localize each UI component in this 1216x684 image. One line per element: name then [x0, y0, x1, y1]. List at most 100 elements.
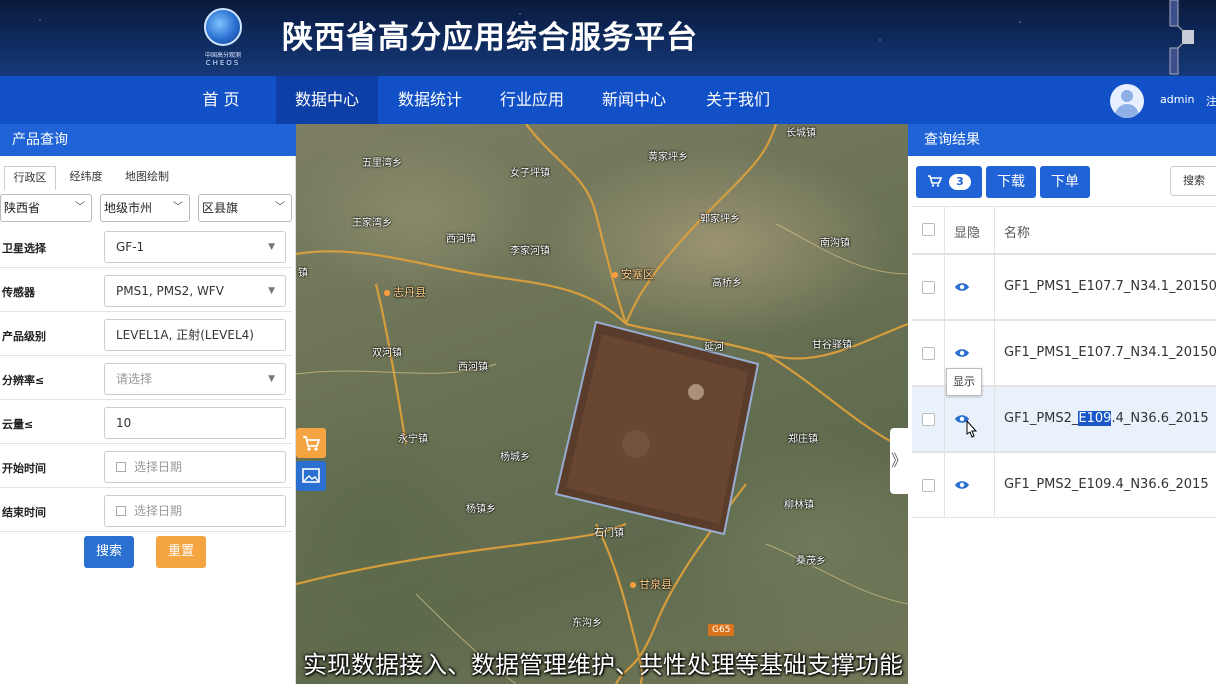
row-checkbox[interactable] [922, 347, 935, 360]
map-roads [296, 124, 908, 684]
map-label: 李家河镇 [510, 246, 550, 257]
nav-data-center[interactable]: 数据中心 [276, 76, 378, 124]
county-select[interactable]: 区县旗 ﹀ [198, 194, 292, 222]
map-label: 永宁镇 [398, 434, 428, 445]
dropdown-arrow-icon: ﹀ [275, 202, 285, 213]
column-divider [944, 321, 945, 385]
satellite-map[interactable]: 五里湾乡 女子坪镇 黄家坪乡 长城镇 郭家坪乡 西河镇 王家湾乡 李家河镇 高桥… [296, 124, 908, 684]
nav-news[interactable]: 新闻中心 [584, 76, 684, 124]
nav-industry[interactable]: 行业应用 [482, 76, 582, 124]
expand-chevron-icon[interactable]: 》 [890, 428, 908, 494]
form-row-cloud: 云量≤ 10 [0, 402, 292, 444]
mouse-cursor-icon [966, 420, 978, 438]
logout-link[interactable]: 注 [1206, 93, 1216, 109]
form-row-sensor: 传感器 PMS1, PMS2, WFV ▼ [0, 270, 292, 312]
calendar-icon [116, 506, 126, 516]
dropdown-arrow-icon: ▼ [268, 286, 275, 296]
image-icon [302, 468, 320, 483]
video-subtitle: 实现数据接入、数据管理维护、共性处理等基础支撑功能 [303, 651, 903, 679]
end-date-input[interactable]: 选择日期 [104, 495, 286, 527]
column-divider [994, 321, 995, 385]
file-name-prefix: GF1_PMS2_ [1004, 411, 1079, 426]
map-label: 高桥乡 [712, 278, 742, 289]
nav-home[interactable]: 首 页 [180, 76, 262, 124]
row-checkbox[interactable] [922, 281, 935, 294]
user-avatar-icon[interactable] [1110, 84, 1144, 118]
satellite-icon [1169, 0, 1194, 75]
site-title: 陕西省高分应用综合服务平台 [282, 20, 698, 56]
cart-icon [928, 175, 942, 187]
satellite-label: 卫星选择 [2, 242, 46, 255]
dropdown-arrow-icon: ﹀ [173, 202, 183, 213]
file-name-suffix: .4_N36.6_2015 [1111, 411, 1209, 426]
file-name: GF1_PMS2_E109.4_N36.6_2015 [1004, 477, 1209, 492]
resolution-select[interactable]: 请选择 ▼ [104, 363, 286, 395]
form-row-level: 产品级别 LEVEL1A, 正射(LEVEL4) [0, 314, 292, 356]
map-label: 郭家坪乡 [700, 214, 740, 225]
cloud-input[interactable]: 10 [104, 407, 286, 439]
username[interactable]: admin [1160, 93, 1194, 106]
calendar-icon [116, 462, 126, 472]
map-image-button[interactable] [296, 461, 326, 491]
download-button[interactable]: 下载 [986, 166, 1036, 198]
row-checkbox[interactable] [922, 479, 935, 492]
map-city-label: 志丹县 [384, 284, 426, 300]
map-cart-button[interactable] [296, 428, 326, 458]
column-divider [944, 255, 945, 319]
form-row-end: 结束时间 选择日期 [0, 490, 292, 532]
province-select[interactable]: 陕西省 ﹀ [0, 194, 92, 222]
row-checkbox[interactable] [922, 413, 935, 426]
city-value: 地级市州 [104, 201, 153, 215]
start-date-input[interactable]: 选择日期 [104, 451, 286, 483]
file-name: GF1_PMS1_E107.7_N34.1_20150 [1004, 279, 1216, 294]
map-label: 王家湾乡 [352, 218, 392, 229]
form-row-start: 开始时间 选择日期 [0, 446, 292, 488]
eye-icon[interactable] [954, 479, 970, 491]
nav-data-stats[interactable]: 数据统计 [380, 76, 480, 124]
map-label: 西河镇 [446, 234, 476, 245]
map-label: 镇 [298, 268, 308, 279]
road-badge: G65 [708, 624, 735, 636]
map-label: 柳林镇 [784, 500, 814, 511]
city-select[interactable]: 地级市州 ﹀ [100, 194, 190, 222]
main-nav: 首 页 数据中心 数据统计 行业应用 新闻中心 关于我们 [0, 76, 1216, 124]
reset-button[interactable]: 重置 [156, 536, 206, 568]
level-select[interactable]: LEVEL1A, 正射(LEVEL4) [104, 319, 286, 351]
order-button[interactable]: 下单 [1040, 166, 1090, 198]
eye-icon[interactable] [954, 281, 970, 293]
product-query-panel: 产品查询 行政区 经纬度 地图绘制 陕西省 ﹀ 地级市州 ﹀ 区县旗 ﹀ 卫星选… [0, 124, 296, 684]
map-label: 五里湾乡 [362, 158, 402, 169]
tab-region[interactable]: 行政区 [4, 166, 56, 190]
logo-cn-text: 中国高分观测 [204, 52, 241, 59]
globe-icon [204, 8, 242, 46]
tab-latlon[interactable]: 经纬度 [60, 166, 112, 190]
map-label: 东沟乡 [572, 618, 602, 629]
col-name-header: 名称 [1004, 226, 1031, 241]
province-value: 陕西省 [4, 201, 41, 215]
eye-icon[interactable] [954, 347, 970, 359]
satellite-value: GF-1 [116, 240, 145, 254]
column-divider [944, 207, 945, 253]
show-tooltip: 显示 [946, 368, 982, 396]
results-search-button[interactable]: 搜索 [1170, 166, 1216, 196]
cloud-value: 10 [116, 416, 132, 430]
map-river-label: 延河 [704, 342, 724, 353]
site-logo[interactable]: 中国高分观测 CHEOS [190, 6, 256, 68]
tab-map-draw[interactable]: 地图绘制 [116, 166, 178, 190]
header-banner: 中国高分观测 CHEOS 陕西省高分应用综合服务平台 [0, 0, 1216, 76]
satellite-select[interactable]: GF-1 ▼ [104, 231, 286, 263]
nav-about[interactable]: 关于我们 [686, 76, 790, 124]
map-label: 女子坪镇 [510, 168, 550, 179]
resolution-placeholder: 请选择 [116, 372, 153, 386]
sensor-select[interactable]: PMS1, PMS2, WFV ▼ [104, 275, 286, 307]
table-row[interactable]: GF1_PMS2_E109.4_N36.6_2015 [912, 452, 1216, 518]
start-time-label: 开始时间 [2, 462, 46, 475]
table-header: 显隐 名称 [912, 206, 1216, 254]
search-button[interactable]: 搜索 [84, 536, 134, 568]
dropdown-arrow-icon: ▼ [268, 374, 275, 384]
table-row[interactable]: GF1_PMS1_E107.7_N34.1_20150 [912, 254, 1216, 320]
cart-button[interactable]: 3 [916, 166, 982, 198]
map-label: 双河镇 [372, 348, 402, 359]
map-label: 石门镇 [594, 528, 624, 539]
select-all-checkbox[interactable] [922, 223, 935, 236]
